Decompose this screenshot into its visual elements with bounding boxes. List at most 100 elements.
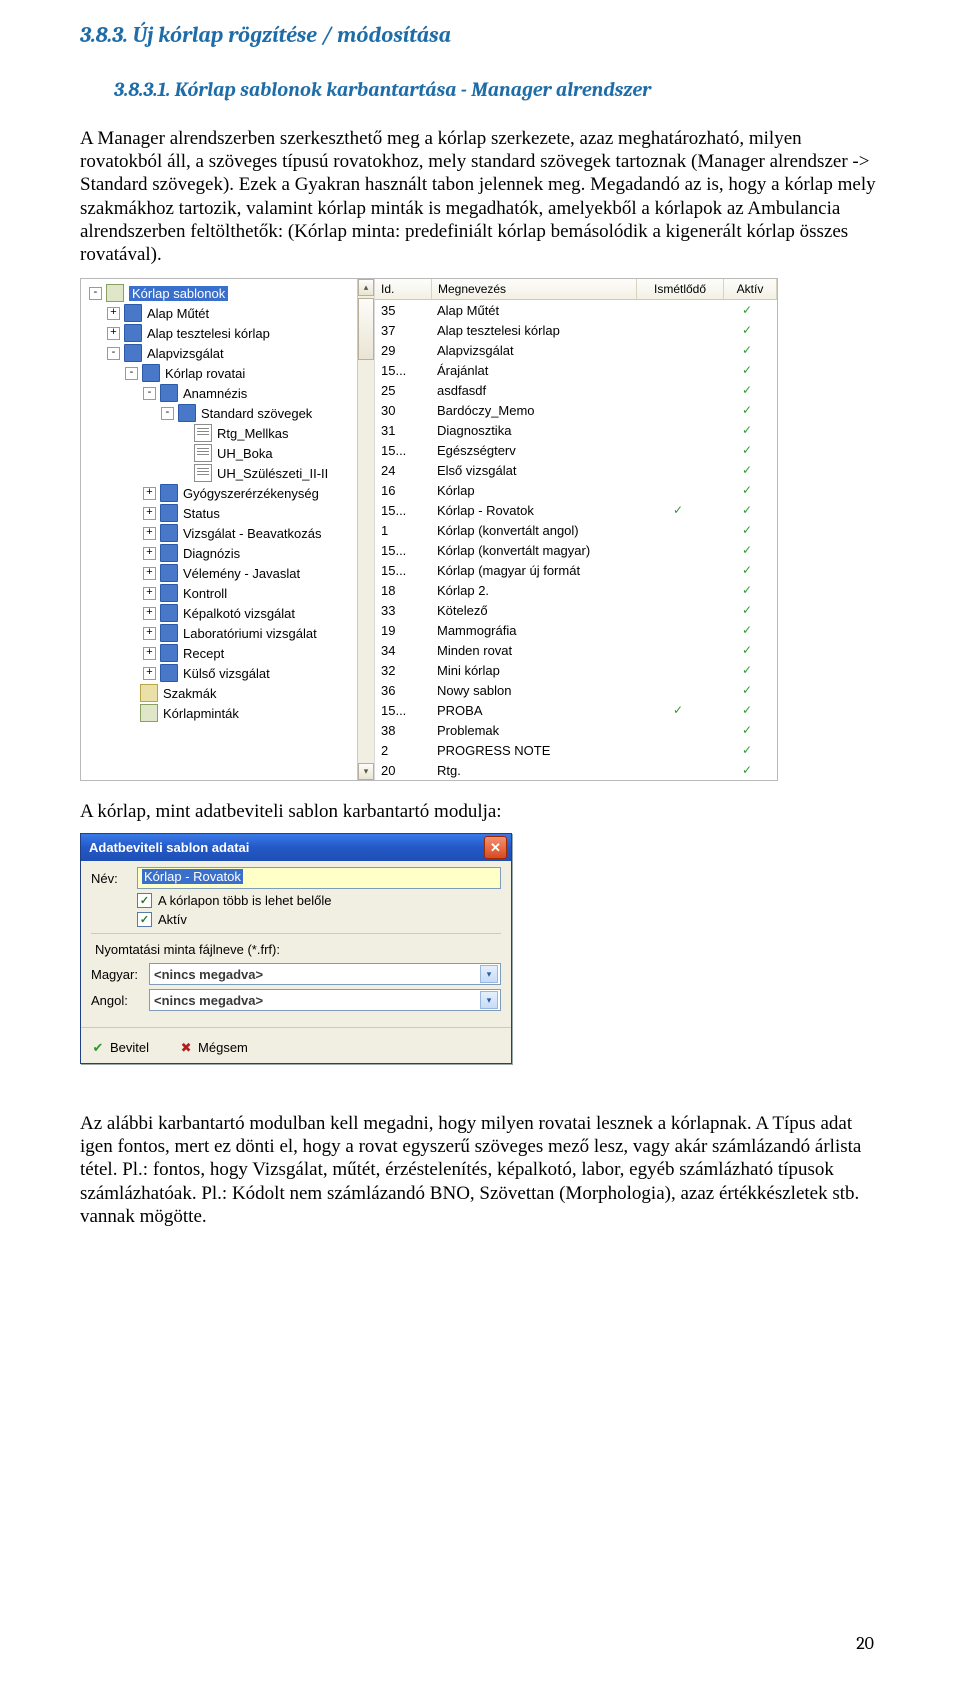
table-row[interactable]: 19Mammográfia✓ [375, 620, 777, 640]
cell-active: ✓ [721, 363, 773, 377]
tree-item[interactable]: -Standard szövegek [87, 403, 374, 423]
table-row[interactable]: 18Kórlap 2.✓ [375, 580, 777, 600]
close-icon[interactable]: ✕ [484, 836, 507, 859]
tree-item[interactable]: Kórlapminták [87, 703, 374, 723]
col-header-name[interactable]: Megnevezés [432, 279, 637, 299]
table-row[interactable]: 15...PROBA✓✓ [375, 700, 777, 720]
input-name[interactable]: Kórlap - Rovatok [137, 867, 501, 889]
expand-icon[interactable]: + [143, 647, 156, 660]
table-row[interactable]: 37Alap tesztelesi kórlap✓ [375, 320, 777, 340]
table-row[interactable]: 16Kórlap✓ [375, 480, 777, 500]
tree-item[interactable]: Szakmák [87, 683, 374, 703]
tree-item[interactable]: +Vélemény - Javaslat [87, 563, 374, 583]
cell-id: 25 [375, 383, 431, 398]
table-row[interactable]: 15...Kórlap - Rovatok✓✓ [375, 500, 777, 520]
expand-icon[interactable]: + [143, 627, 156, 640]
expand-icon[interactable]: + [143, 667, 156, 680]
cell-id: 38 [375, 723, 431, 738]
table-row[interactable]: 33Kötelező✓ [375, 600, 777, 620]
tree-item[interactable]: UH_Boka [87, 443, 374, 463]
expand-icon[interactable]: + [143, 487, 156, 500]
scroll-up-icon[interactable]: ▴ [358, 279, 374, 296]
collapse-icon[interactable]: - [143, 387, 156, 400]
tree-item-label: Külső vizsgálat [183, 666, 270, 681]
chevron-down-icon[interactable]: ▾ [480, 965, 498, 983]
cancel-button[interactable]: ✖ Mégsem [179, 1040, 248, 1055]
tree-item[interactable]: +Recept [87, 643, 374, 663]
table-row[interactable]: 29Alapvizsgálat✓ [375, 340, 777, 360]
checkbox-multi[interactable]: ✓ [137, 893, 152, 908]
cell-name: Egészségterv [431, 443, 635, 458]
cell-id: 15... [375, 543, 431, 558]
cell-id: 16 [375, 483, 431, 498]
tree-item[interactable]: + Külső vizsgálat [87, 663, 374, 683]
tree-item[interactable]: +Status [87, 503, 374, 523]
expand-icon[interactable]: + [107, 327, 120, 340]
tree-item[interactable]: +Kontroll [87, 583, 374, 603]
tree-item[interactable]: -Anamnézis [87, 383, 374, 403]
table-row[interactable]: 24Első vizsgálat✓ [375, 460, 777, 480]
paragraph-3: Az alábbi karbantartó modulban kell mega… [80, 1112, 880, 1228]
table-row[interactable]: 1Kórlap (konvertált angol)✓ [375, 520, 777, 540]
expand-icon[interactable]: + [143, 567, 156, 580]
tree-item[interactable]: Rtg_Mellkas [87, 423, 374, 443]
tree-item[interactable]: +Gyógyszerérzékenység [87, 483, 374, 503]
checkbox-active[interactable]: ✓ [137, 912, 152, 927]
expand-icon[interactable]: + [143, 587, 156, 600]
tree-item[interactable]: -Kórlap sablonok [87, 283, 374, 303]
cell-name: Árajánlat [431, 363, 635, 378]
table-row[interactable]: 32Mini kórlap✓ [375, 660, 777, 680]
table-row[interactable]: 35Alap Műtét✓ [375, 300, 777, 320]
dropdown-angol[interactable]: <nincs megadva> ▾ [149, 989, 501, 1011]
scroll-down-icon[interactable]: ▾ [358, 763, 374, 780]
ok-button[interactable]: ✔ Bevitel [91, 1040, 149, 1055]
expand-icon[interactable]: + [143, 527, 156, 540]
dialog-titlebar[interactable]: Adatbeviteli sablon adatai ✕ [81, 834, 511, 861]
tree-item[interactable]: +Képalkotó vizsgálat [87, 603, 374, 623]
table-row[interactable]: 2PROGRESS NOTE✓ [375, 740, 777, 760]
table-row[interactable]: 15...Egészségterv✓ [375, 440, 777, 460]
expand-icon[interactable]: + [107, 307, 120, 320]
label-magyar: Magyar: [91, 967, 143, 982]
table-row[interactable]: 31Diagnosztika✓ [375, 420, 777, 440]
chevron-down-icon[interactable]: ▾ [480, 991, 498, 1009]
col-header-repeating[interactable]: Ismétlődő [637, 279, 724, 299]
collapse-icon[interactable]: - [107, 347, 120, 360]
table-row[interactable]: 15...Árajánlat✓ [375, 360, 777, 380]
folder-icon [124, 304, 142, 322]
scroll-thumb[interactable] [358, 298, 374, 360]
dropdown-magyar[interactable]: <nincs megadva> ▾ [149, 963, 501, 985]
tree-item[interactable]: +Diagnózis [87, 543, 374, 563]
table-row[interactable]: 25asdfasdf✓ [375, 380, 777, 400]
tree-scrollbar[interactable]: ▴ ▾ [357, 279, 374, 780]
table-row[interactable]: 20Rtg.✓ [375, 760, 777, 780]
table-row[interactable]: 15...Kórlap (magyar új formát✓ [375, 560, 777, 580]
collapse-icon[interactable]: - [125, 367, 138, 380]
expand-icon[interactable]: + [143, 507, 156, 520]
tree-item[interactable]: -Alapvizsgálat [87, 343, 374, 363]
subsection-heading: 3.8.3.1. Kórlap sablonok karbantartása -… [114, 78, 880, 101]
table-row[interactable]: 36Nowy sablon✓ [375, 680, 777, 700]
cell-name: Első vizsgálat [431, 463, 635, 478]
col-header-id[interactable]: Id. [375, 279, 432, 299]
table-row[interactable]: 30Bardóczy_Memo✓ [375, 400, 777, 420]
table-row[interactable]: 34Minden rovat✓ [375, 640, 777, 660]
tree-item[interactable]: - Kórlap rovatai [87, 363, 374, 383]
tree-item[interactable]: +Alap tesztelesi kórlap [87, 323, 374, 343]
folder-icon [124, 344, 142, 362]
tree-item[interactable]: +Laboratóriumi vizsgálat [87, 623, 374, 643]
expand-icon[interactable]: + [143, 607, 156, 620]
collapse-icon[interactable]: - [89, 287, 102, 300]
section-heading: 3.8.3. Új kórlap rögzítése / módosítása [80, 22, 880, 48]
tree-item[interactable]: +Alap Műtét [87, 303, 374, 323]
tree-item[interactable]: +Vizsgálat - Beavatkozás [87, 523, 374, 543]
table-row[interactable]: 38Problemak✓ [375, 720, 777, 740]
cell-active: ✓ [721, 723, 773, 737]
collapse-icon[interactable]: - [161, 407, 174, 420]
col-header-active[interactable]: Aktív [724, 279, 777, 299]
tree-item-label: Kórlap rovatai [165, 366, 245, 381]
table-row[interactable]: 15...Kórlap (konvertált magyar)✓ [375, 540, 777, 560]
expand-icon[interactable]: + [143, 547, 156, 560]
expander-blank [125, 708, 136, 719]
tree-item[interactable]: UH_Szülészeti_II-II [87, 463, 374, 483]
